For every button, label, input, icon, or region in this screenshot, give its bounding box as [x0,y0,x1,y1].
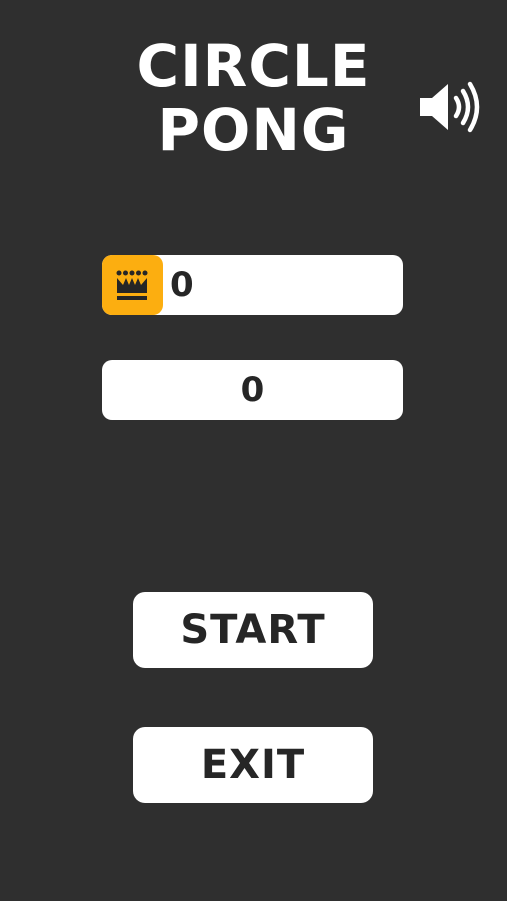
best-score-bar: 0 [102,255,403,315]
crown-icon [116,270,148,300]
exit-button[interactable]: EXIT [133,727,373,803]
speaker-volume-icon [420,81,480,133]
crown-badge [102,255,163,315]
sound-toggle-button[interactable] [414,78,482,136]
current-score-value: 0 [240,370,265,410]
current-score-bar: 0 [102,360,403,420]
best-score-value: 0 [170,265,194,305]
start-button[interactable]: START [133,592,373,668]
